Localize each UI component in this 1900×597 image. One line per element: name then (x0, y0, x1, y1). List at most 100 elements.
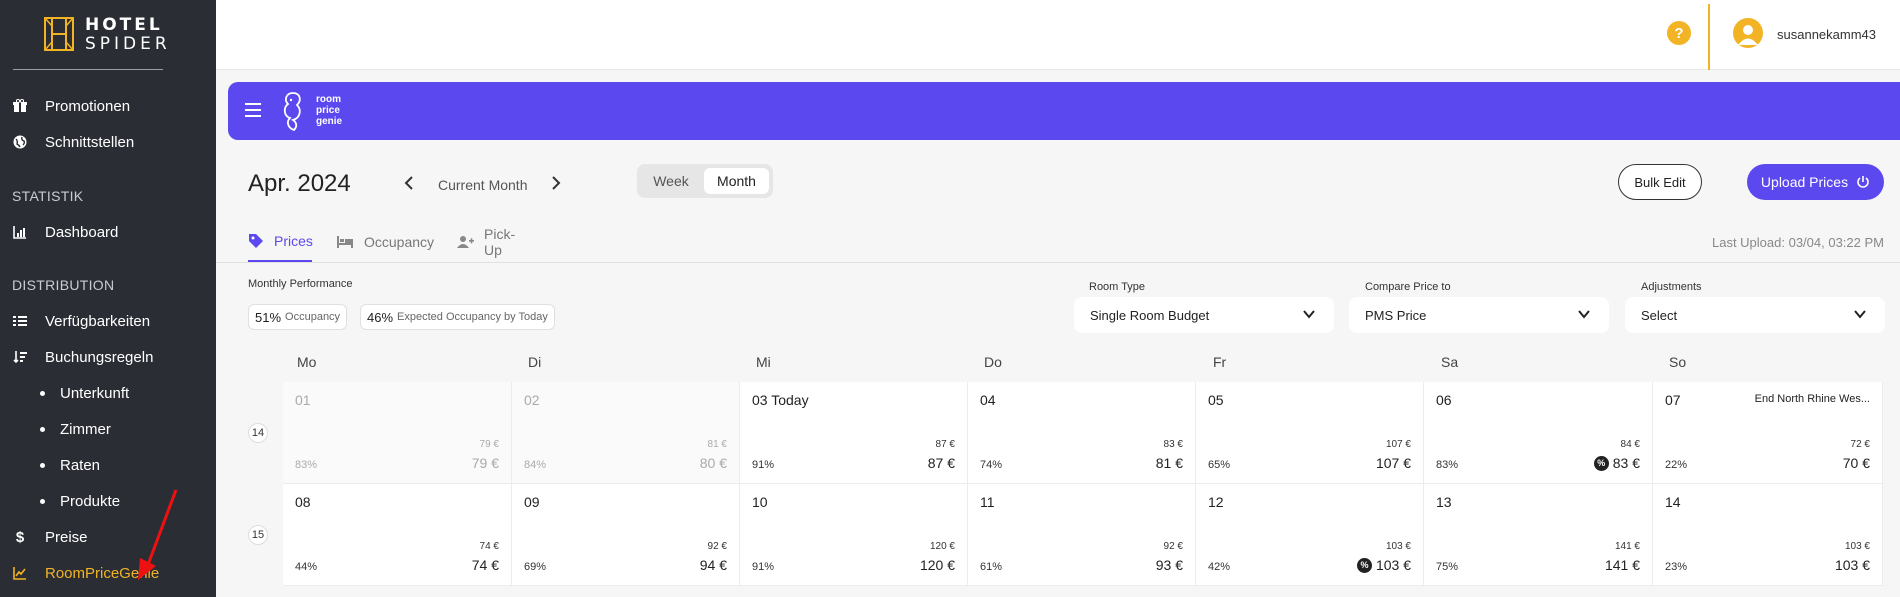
recommended-price: 79 € (472, 455, 499, 471)
sidebar-item-label: Dashboard (45, 223, 119, 241)
recommended-price: 80 € (700, 455, 727, 471)
day-number: 13 (1436, 494, 1452, 510)
price-value: 74 € (471, 557, 499, 573)
hamburger-menu-icon[interactable] (245, 103, 261, 117)
calendar-day-cell[interactable]: 11 92 € 61% 93 € (968, 484, 1196, 586)
price-value: 70 € (1842, 455, 1870, 471)
day-number: 07 (1665, 392, 1681, 408)
sidebar-item-verfuegbarkeiten[interactable]: Verfügbarkeiten (0, 306, 216, 336)
occupancy-percent: 65% (1208, 459, 1231, 471)
weekday-header: Do (984, 354, 1002, 370)
room-type-value: Single Room Budget (1090, 307, 1210, 323)
day-number: 03 Today (752, 392, 809, 408)
sidebar-item-schnittstellen[interactable]: Schnittstellen (0, 127, 216, 157)
roompricegenie-header: room price genie (228, 82, 1900, 140)
sidebar-subitem-label: Produkte (60, 492, 121, 510)
current-month-button[interactable]: Current Month (438, 177, 527, 193)
weekday-header: Mi (756, 354, 771, 370)
logo-line-2: SPIDER (85, 34, 171, 54)
occupancy-percent: 91% (752, 561, 775, 573)
recommended-price: 70 € (1843, 455, 1870, 471)
bullet-icon (40, 426, 45, 432)
calendar-day-cell[interactable]: 14 103 € 23% 103 € (1653, 484, 1883, 586)
sidebar-item-dashboard[interactable]: Dashboard (0, 217, 216, 247)
pms-price: 72 € (1850, 439, 1870, 450)
chart-icon (12, 224, 28, 240)
sidebar-subitem-unterkunft[interactable]: Unterkunft (0, 378, 216, 408)
username[interactable]: susannekamm43 (1777, 27, 1876, 42)
rpg-wordmark-line: genie (316, 116, 343, 127)
chevron-left-icon[interactable] (403, 174, 415, 197)
bed-icon (336, 233, 354, 251)
tab-occupancy[interactable]: Occupancy (336, 222, 434, 262)
pms-price: 103 € (1844, 541, 1870, 552)
calendar-day-cell[interactable]: 12 103 €42%% 103 € (1196, 484, 1424, 586)
help-icon[interactable]: ? (1667, 21, 1691, 45)
chevron-right-icon[interactable] (550, 174, 562, 197)
sidebar-subitem-zimmer[interactable]: Zimmer (0, 414, 216, 444)
calendar-day-cell[interactable]: 01 79 € 83% 79 € (283, 382, 512, 484)
occupancy-percent: 44% (295, 561, 318, 573)
weekday-header: Fr (1213, 354, 1227, 370)
calendar-day-cell[interactable]: 10 120 € 91% 120 € (740, 484, 968, 586)
logo-line-1: HOTEL (85, 15, 163, 35)
price-value: 93 € (1155, 557, 1183, 573)
expected-occupancy-chip: 46% Expected Occupancy by Today (360, 304, 555, 330)
calendar-day-cell[interactable]: 07 End North Rhine Wes... 72 € 22% 70 € (1653, 382, 1883, 484)
pms-price: 74 € (479, 541, 499, 552)
chevron-down-icon (1578, 310, 1590, 319)
calendar-day-cell[interactable]: 13 141 € 75% 141 € (1424, 484, 1653, 586)
bulk-edit-button[interactable]: Bulk Edit (1618, 164, 1702, 200)
weekday-header: Mo (297, 354, 317, 370)
pms-price: 92 € (707, 541, 727, 552)
week-view-button[interactable]: Week (641, 168, 701, 194)
occupancy-percent: 42% (1208, 561, 1231, 573)
section-heading-distribution: DISTRIBUTION (12, 277, 115, 293)
compare-price-label: Compare Price to (1365, 281, 1451, 293)
day-number: 14 (1665, 494, 1681, 510)
pms-price: 107 € (1385, 439, 1411, 450)
avatar[interactable] (1733, 18, 1763, 48)
recommended-price: 81 € (1156, 455, 1183, 471)
gift-icon (12, 98, 28, 114)
price-value: 141 € (1604, 557, 1640, 573)
recommended-price: 120 € (920, 557, 955, 573)
compare-price-select[interactable]: PMS Price (1349, 297, 1609, 333)
calendar-day-cell[interactable]: 02 81 € 84% 80 € (512, 382, 740, 484)
day-number: 02 (524, 392, 540, 408)
month-view-button[interactable]: Month (704, 168, 769, 194)
sidebar-subitem-label: Zimmer (60, 420, 111, 438)
pms-price: 103 € (1385, 541, 1411, 552)
upload-prices-button[interactable]: Upload Prices (1747, 164, 1884, 200)
sidebar-item-promotionen[interactable]: Promotionen (0, 91, 216, 121)
calendar-day-cell[interactable]: 05 107 € 65% 107 € (1196, 382, 1424, 484)
hotel-spider-logo[interactable]: HOTEL SPIDER (13, 12, 167, 70)
calendar-day-cell[interactable]: 03 Today 87 € 91% 87 € (740, 382, 968, 484)
tab-pickup[interactable]: Pick-Up (456, 222, 515, 262)
tab-prices[interactable]: Prices (248, 222, 313, 262)
pms-price: 84 € (1620, 439, 1640, 450)
room-type-select[interactable]: Single Room Budget (1074, 297, 1334, 333)
occupancy-percent: 61% (980, 561, 1003, 573)
calendar-day-cell[interactable]: 04 83 € 74% 81 € (968, 382, 1196, 484)
calendar-day-cell[interactable]: 09 92 € 69% 94 € (512, 484, 740, 586)
price-value: 81 € (1155, 455, 1183, 471)
user-icon (1738, 25, 1758, 45)
sidebar-subitem-raten[interactable]: Raten (0, 450, 216, 480)
calendar-day-cell[interactable]: 06 84 €83%% 83 € (1424, 382, 1653, 484)
add-user-icon (456, 233, 474, 251)
day-number: 12 (1208, 494, 1224, 510)
sidebar-item-buchungsregeln[interactable]: Buchungsregeln (0, 342, 216, 372)
day-number: 08 (295, 494, 311, 510)
genie-logo-icon (283, 92, 301, 132)
pms-price: 141 € (1614, 541, 1640, 552)
calendar-day-cell[interactable]: 08 74 € 44% 74 € (283, 484, 512, 586)
sidebar-subitem-label: Raten (60, 456, 101, 474)
dollar-icon: $ (15, 528, 25, 546)
occupancy-percent: 23% (1665, 561, 1688, 573)
list-icon (12, 313, 28, 329)
room-type-label: Room Type (1089, 281, 1146, 293)
pms-price: 120 € (929, 541, 955, 552)
adjustments-select[interactable]: Select (1625, 297, 1885, 333)
view-toggle: Week Month (637, 164, 773, 198)
